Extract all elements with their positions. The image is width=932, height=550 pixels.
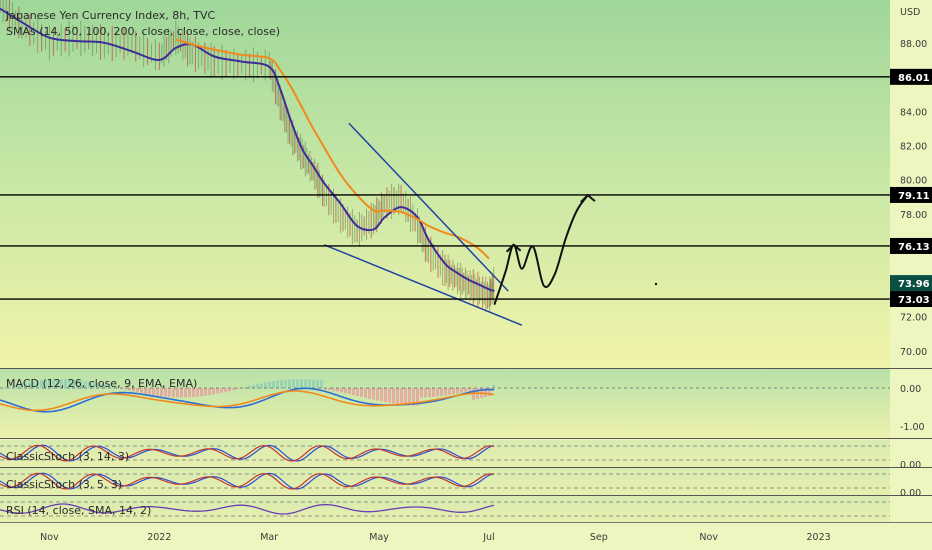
macd-histogram-bar [468,388,471,391]
macd-histogram-bar [340,388,343,393]
macd-histogram-bar [332,388,335,391]
chart-canvas[interactable]: 88.0086.0084.0082.0080.0078.0076.0074.00… [0,0,932,550]
macd-histogram-bar [352,388,355,396]
y-tick-label: 70.00 [900,347,927,358]
macd-histogram-bar [368,388,371,399]
macd-histogram-bar [396,388,399,405]
cursor-dot [654,282,658,286]
x-tick-label: Nov [699,532,718,543]
last-price-label: 73.96 [898,279,930,290]
macd-histogram-bar [204,388,207,396]
macd-histogram-bar [376,388,379,401]
macd-histogram-bar [320,380,323,389]
macd-label: MACD (12, 26, close, 9, EMA, EMA) [6,377,197,390]
y-tick-label: 72.00 [900,313,927,324]
macd-histogram-bar [424,388,427,398]
macd-histogram-bar [356,388,359,396]
macd-histogram-bar [348,388,351,395]
x-tick-label: Sep [590,532,608,543]
y-tick-label: 88.00 [900,39,927,50]
x-tick-label: Nov [40,532,59,543]
macd-histogram-bar [460,388,463,393]
x-tick-label: Mar [260,532,278,543]
macd-histogram-bar [212,388,215,395]
macd-histogram-bar [372,388,375,400]
macd-histogram-bar [428,388,431,398]
macd-histogram-bar [216,388,219,394]
stoch2-label: ClassicStoch (3, 5, 3) [6,478,122,491]
macd-histogram-bar [276,380,279,389]
macd-histogram-bar [272,381,275,389]
y-tick-label: 80.00 [900,176,927,187]
stoch2-pane [0,468,890,495]
x-tick-label: 2022 [147,532,171,543]
sma-indicator-label: SMAs (14, 50, 100, 200, close, close, cl… [6,25,280,38]
macd-histogram-bar [284,379,287,389]
macd-histogram-bar [364,388,367,398]
macd-histogram-bar [208,388,211,396]
macd-histogram-bar [288,379,291,389]
macd-histogram-bar [464,388,467,392]
macd-histogram-bar [436,388,439,397]
macd-histogram-bar [420,388,423,398]
stoch2-tick-zero: 0.00 [900,488,921,499]
time-axis[interactable] [0,522,932,550]
macd-histogram-bar [400,388,403,405]
macd-histogram-bar [404,388,407,405]
macd-histogram-bar [224,388,227,392]
macd-histogram-bar [448,388,451,395]
level-price-label: 73.03 [898,295,930,306]
macd-histogram-bar [316,379,319,389]
level-price-label: 76.13 [898,242,930,253]
macd-histogram-bar [384,388,387,403]
macd-histogram-bar [264,382,267,389]
macd-histogram-bar [220,388,223,393]
main-pane [0,0,890,368]
x-tick-label: 2023 [806,532,830,543]
x-tick-label: Jul [482,532,494,543]
y-tick-label: 78.00 [900,210,927,221]
macd-histogram-bar [300,379,303,389]
chart-title: Japanese Yen Currency Index, 8h, TVC [5,9,215,22]
stoch1-label: ClassicStoch (3, 14, 3) [6,450,129,463]
macd-histogram-bar [336,388,339,392]
macd-histogram-bar [432,388,435,397]
macd-histogram-bar [392,388,395,404]
chart-window: 88.0086.0084.0082.0080.0078.0076.0074.00… [0,0,932,550]
level-price-label: 79.11 [898,191,930,202]
macd-histogram-bar [304,379,307,389]
macd-histogram-bar [444,388,447,396]
macd-histogram-bar [344,388,347,394]
macd-histogram-bar [268,381,271,389]
macd-histogram-bar [200,388,203,397]
y-tick-label: 84.00 [900,107,927,118]
macd-histogram-bar [452,388,455,395]
macd-histogram-bar [312,379,315,389]
macd-histogram-bar [308,379,311,389]
currency-label: USD [900,7,920,18]
stoch1-tick-zero: 0.00 [900,460,921,471]
macd-histogram-bar [440,388,443,397]
macd-histogram-bar [228,388,231,392]
macd-histogram-bar [388,388,391,403]
rsi-label: RSI (14, close, SMA, 14, 2) [6,504,151,517]
macd-histogram-bar [280,380,283,389]
macd-histogram-bar [456,388,459,394]
macd-histogram-bar [360,388,363,397]
level-price-label: 86.01 [898,73,930,84]
macd-histogram-bar [292,379,295,389]
macd-tick-zero: 0.00 [900,384,921,395]
macd-tick-minus-one: -1.00 [900,422,925,433]
y-tick-label: 82.00 [900,141,927,152]
stoch1-pane [0,440,890,467]
macd-histogram-bar [296,379,299,389]
macd-histogram-bar [380,388,383,402]
x-tick-label: May [369,532,389,543]
